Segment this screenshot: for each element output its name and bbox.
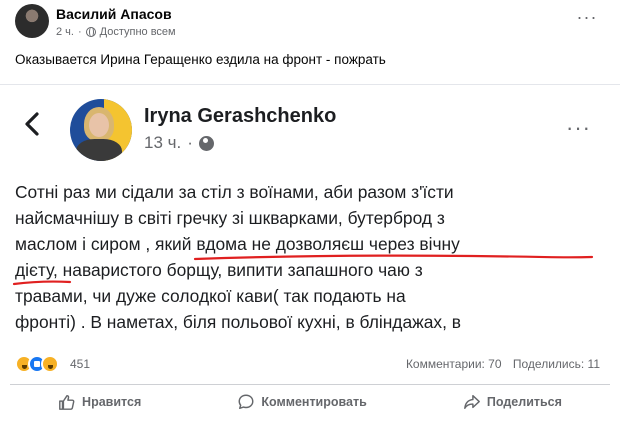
shared-author-name: Iryna Gerashchenko	[144, 105, 337, 127]
comment-icon	[238, 394, 254, 409]
like-label: Нравится	[82, 394, 142, 409]
author-avatar[interactable]	[15, 4, 49, 38]
text-line: фронті) . В наметах, біля польової кухні…	[15, 312, 462, 332]
thumbs-up-icon	[59, 394, 75, 410]
audience-label: Доступно всем	[99, 26, 176, 38]
meta-separator: ·	[77, 26, 82, 38]
post-stats: Комментарии: 70 Поделились: 11	[398, 357, 600, 371]
wow-icon	[41, 355, 59, 373]
shared-post-text: Сотні раз ми сідали за стіл з воїнами, а…	[15, 179, 613, 335]
shares-count[interactable]: Поделились: 11	[513, 357, 600, 371]
reaction-icons[interactable]	[15, 355, 59, 373]
shared-screenshot[interactable]: Iryna Gerashchenko 13 ч. · ··· Сотні раз…	[0, 84, 620, 346]
shared-post-time: 13 ч.	[144, 133, 182, 152]
text-line: травами, чи дуже солодкої кави( так пода…	[15, 286, 406, 306]
comments-count[interactable]: Комментарии: 70	[406, 357, 502, 371]
comment-button[interactable]: Комментировать	[217, 387, 386, 417]
shared-globe-icon	[198, 135, 214, 151]
post-time[interactable]: 2 ч.	[56, 26, 74, 38]
text-fragment: , наваристого борщу, випити запашного ча…	[53, 260, 423, 280]
back-arrow-icon	[18, 109, 48, 139]
post-caption: Оказывается Ирина Геращенко ездила на фр…	[15, 52, 386, 67]
shared-meta-separator: ·	[187, 133, 193, 152]
shared-more-icon: ···	[566, 115, 591, 140]
share-button[interactable]: Поделиться	[443, 387, 582, 417]
share-arrow-icon	[463, 394, 480, 409]
globe-icon	[85, 27, 96, 37]
underlined-phrase: який вдома не дозволяєш через вічну	[155, 234, 460, 254]
action-bar: Нравится Комментировать Поделиться	[10, 384, 610, 418]
text-line: маслом і сиром , який вдома не дозволяєш…	[15, 231, 613, 257]
share-label: Поделиться	[486, 394, 562, 409]
text-fragment: маслом і сиром ,	[15, 234, 156, 254]
reactions-bar: 451 Комментарии: 70 Поделились: 11	[0, 351, 620, 379]
post-header: Василий Апасов 2 ч. · Доступно всем ···	[0, 0, 620, 46]
like-button[interactable]: Нравится	[38, 387, 161, 417]
shared-author-avatar	[70, 99, 132, 161]
comment-label: Комментировать	[261, 394, 367, 409]
text-line: найсмачнішу в світі гречку зі шкварками,…	[15, 208, 445, 228]
reaction-count[interactable]: 451	[70, 357, 90, 371]
text-line: Сотні раз ми сідали за стіл з воїнами, а…	[15, 182, 454, 202]
text-line: дієту, наваристого борщу, випити запашно…	[15, 257, 613, 283]
more-options-button[interactable]: ···	[573, 6, 601, 34]
author-name[interactable]: Василий Апасов	[56, 6, 172, 22]
underlined-word: дієту	[15, 260, 53, 280]
shared-post-meta: 13 ч. ·	[144, 133, 214, 153]
post-meta: 2 ч. · Доступно всем	[56, 26, 176, 38]
